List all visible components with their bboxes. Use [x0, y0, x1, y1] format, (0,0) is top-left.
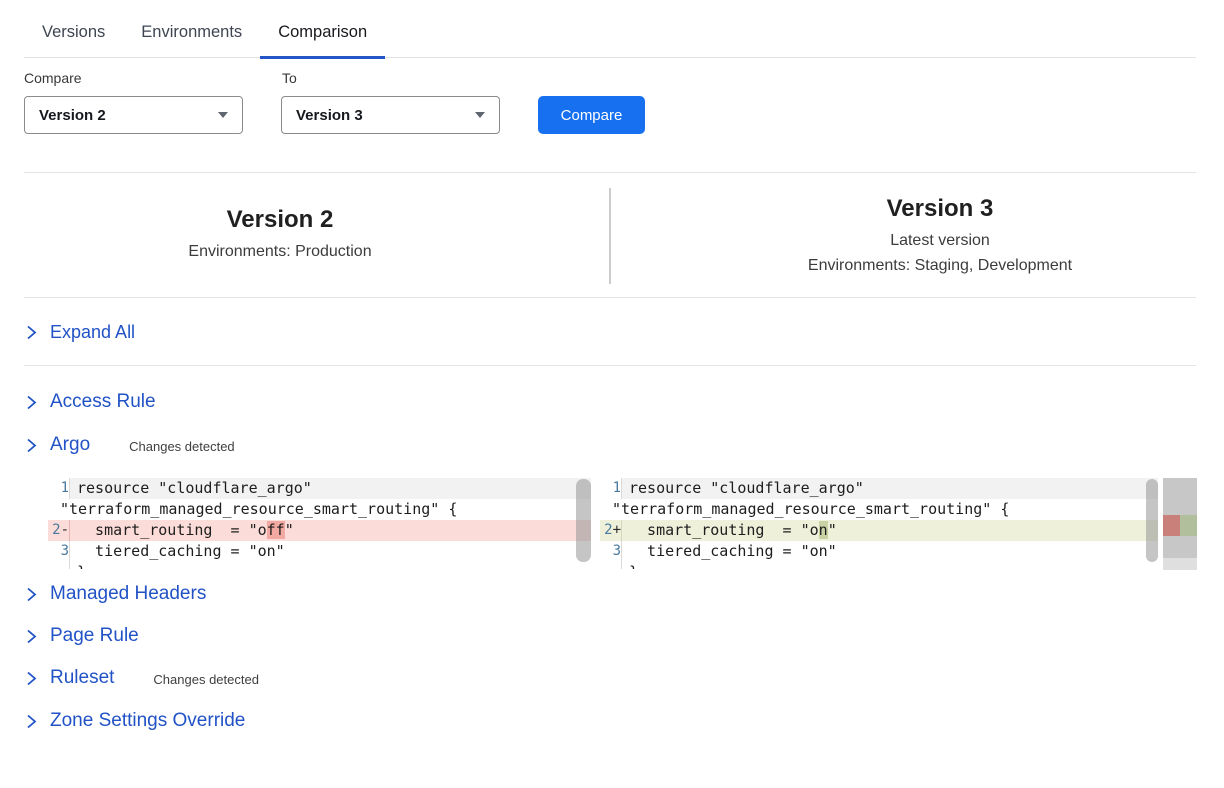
section-page-rule[interactable]: Page Rule: [25, 625, 139, 647]
added-token: n: [819, 521, 828, 539]
version-left-title: Version 2: [60, 206, 500, 234]
version-right-environments: Environments: Staging, Development: [700, 257, 1180, 275]
compare-from-value: Version 2: [39, 107, 106, 124]
changes-detected-badge: Changes detected: [153, 669, 259, 687]
compare-to-value: Version 3: [296, 107, 363, 124]
code-line-partial: }: [600, 562, 1158, 569]
version-header-right: Version 3 Latest version Environments: S…: [700, 195, 1180, 275]
diff-pane-right[interactable]: 1 resource "cloudflare_argo" "terraform_…: [600, 478, 1158, 569]
divider: [24, 365, 1196, 366]
version-right-subtitle: Latest version: [700, 232, 1180, 250]
code-line: 3 tiered_caching = "on": [48, 541, 591, 562]
section-argo[interactable]: Argo Changes detected: [25, 434, 235, 456]
version-left-environments: Environments: Production: [60, 243, 500, 261]
code-line: 3 tiered_caching = "on": [600, 541, 1158, 562]
code-line-removed: 2- smart_routing = "off": [48, 520, 591, 541]
scrollbar-thumb[interactable]: [576, 479, 591, 562]
comparison-page: Versions Environments Comparison Compare…: [0, 0, 1224, 788]
version-right-title: Version 3: [700, 195, 1180, 223]
compare-to-select[interactable]: Version 3: [281, 96, 500, 134]
section-zone-settings-override[interactable]: Zone Settings Override: [25, 710, 245, 732]
scrollbar-thumb[interactable]: [1146, 479, 1158, 562]
to-field-label: To: [282, 70, 297, 86]
code-line: 1 resource "cloudflare_argo": [48, 478, 591, 499]
diff-minimap-fade: [1163, 558, 1197, 570]
diff-minimap[interactable]: [1163, 478, 1197, 558]
tab-bar: Versions Environments Comparison: [24, 0, 1196, 58]
version-header-left: Version 2 Environments: Production: [60, 206, 500, 268]
section-ruleset[interactable]: Ruleset Changes detected: [25, 667, 259, 689]
chevron-right-icon: [25, 587, 37, 602]
tab-environments[interactable]: Environments: [123, 23, 260, 59]
section-label: Managed Headers: [50, 583, 206, 605]
removed-token: ff: [267, 521, 285, 539]
chevron-right-icon: [25, 671, 37, 686]
chevron-down-icon: [218, 112, 228, 118]
tab-versions[interactable]: Versions: [24, 23, 123, 59]
code-line: 1 resource "cloudflare_argo": [600, 478, 1158, 499]
minimap-added-marker: [1180, 515, 1197, 536]
section-access-rule[interactable]: Access Rule: [25, 391, 156, 413]
section-label: Ruleset: [50, 667, 114, 689]
chevron-right-icon: [25, 629, 37, 644]
divider: [24, 172, 1196, 173]
code-line-wrap: "terraform_managed_resource_smart_routin…: [600, 499, 1158, 520]
changes-detected-badge: Changes detected: [129, 436, 235, 454]
minimap-removed-marker: [1163, 515, 1180, 536]
chevron-right-icon: [25, 395, 37, 410]
expand-all-label: Expand All: [50, 322, 135, 343]
diff-pane-left[interactable]: 1 resource "cloudflare_argo" "terraform_…: [48, 478, 591, 569]
section-label: Argo: [50, 434, 90, 456]
tab-comparison[interactable]: Comparison: [260, 23, 385, 59]
code-line-wrap: "terraform_managed_resource_smart_routin…: [48, 499, 591, 520]
chevron-right-icon: [25, 438, 37, 453]
chevron-right-icon: [25, 325, 37, 340]
divider: [24, 297, 1196, 298]
code-line-added: 2+ smart_routing = "on": [600, 520, 1158, 541]
chevron-right-icon: [25, 714, 37, 729]
chevron-down-icon: [475, 112, 485, 118]
vertical-divider: [609, 188, 611, 284]
compare-button[interactable]: Compare: [538, 96, 645, 134]
section-label: Access Rule: [50, 391, 156, 413]
expand-all-button[interactable]: Expand All: [25, 322, 135, 343]
compare-field-label: Compare: [24, 70, 82, 86]
section-label: Page Rule: [50, 625, 139, 647]
code-line-partial: }: [48, 562, 591, 569]
section-managed-headers[interactable]: Managed Headers: [25, 583, 206, 605]
compare-from-select[interactable]: Version 2: [24, 96, 243, 134]
section-label: Zone Settings Override: [50, 710, 245, 732]
